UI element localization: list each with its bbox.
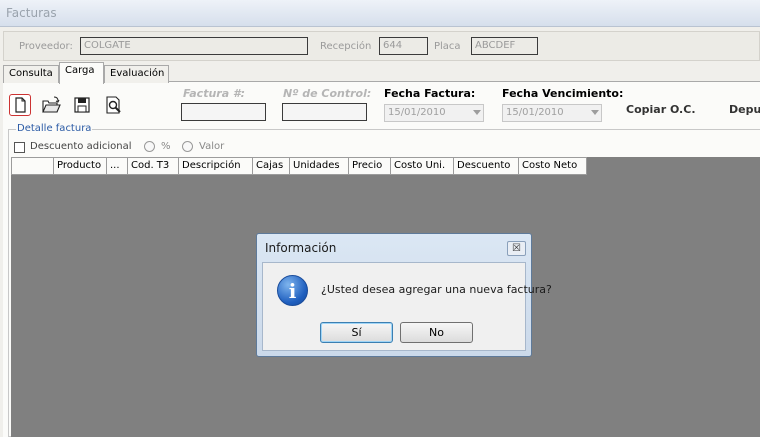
dialog-body: i ¿Usted desea agregar una nueva factura… bbox=[262, 262, 552, 351]
yes-button[interactable]: Sí bbox=[320, 322, 393, 343]
grid-col-costo-uni[interactable]: Costo Uni. bbox=[391, 157, 454, 175]
grid-col-descuento[interactable]: Descuento bbox=[454, 157, 519, 175]
fecha-factura-value: 15/01/2010 bbox=[388, 107, 446, 118]
print-preview-icon[interactable] bbox=[102, 94, 124, 116]
fecha-factura-label: Fecha Factura: bbox=[384, 87, 476, 100]
open-folder-icon[interactable] bbox=[40, 94, 62, 116]
placa-label: Placa bbox=[434, 41, 461, 52]
info-dialog: Información ☒ i ¿Usted desea agregar una… bbox=[256, 233, 552, 357]
proveedor-field[interactable]: COLGATE bbox=[80, 37, 308, 55]
detalle-legend: Detalle factura bbox=[16, 123, 93, 134]
fecha-factura-select[interactable]: 15/01/2010 bbox=[384, 104, 484, 122]
control-label: Nº de Control: bbox=[283, 87, 372, 100]
tab-evaluacion[interactable]: Evaluación bbox=[104, 65, 169, 83]
save-disk-icon[interactable] bbox=[71, 94, 93, 116]
control-input[interactable] bbox=[282, 103, 367, 121]
fecha-vencimiento-select[interactable]: 15/01/2010 bbox=[502, 104, 602, 122]
factura-input[interactable] bbox=[181, 103, 266, 121]
grid-col-unidades[interactable]: Unidades bbox=[290, 157, 349, 175]
grid-col-costo-neto[interactable]: Costo Neto bbox=[519, 157, 587, 175]
grid-col-ellipsis[interactable]: ... bbox=[107, 157, 128, 175]
dialog-message: ¿Usted desea agregar una nueva factura? bbox=[321, 283, 552, 296]
fecha-vencimiento-value: 15/01/2010 bbox=[506, 107, 564, 118]
grid-col-cajas[interactable]: Cajas bbox=[253, 157, 290, 175]
percent-label: % bbox=[161, 141, 171, 152]
depu-button[interactable]: Depu bbox=[729, 103, 760, 116]
close-icon[interactable]: ☒ bbox=[507, 241, 526, 256]
placa-field[interactable]: ABCDEF bbox=[471, 37, 538, 55]
title-bar: Facturas bbox=[0, 0, 760, 27]
grid-col-descripcion[interactable]: Descripción bbox=[179, 157, 253, 175]
window-title: Facturas bbox=[6, 6, 57, 20]
descuento-adicional-checkbox[interactable] bbox=[14, 142, 25, 153]
copiar-oc-button[interactable]: Copiar O.C. bbox=[626, 103, 696, 116]
descuento-adicional-label: Descuento adicional bbox=[30, 141, 132, 152]
recepcion-field[interactable]: 644 bbox=[379, 37, 428, 55]
percent-radio[interactable] bbox=[144, 141, 155, 152]
grid-col-producto[interactable]: Producto bbox=[54, 157, 107, 175]
chevron-down-icon bbox=[473, 110, 481, 115]
proveedor-label: Proveedor: bbox=[19, 41, 73, 52]
tab-consulta[interactable]: Consulta bbox=[3, 65, 59, 83]
grid-col-cod-t3[interactable]: Cod. T3 bbox=[128, 157, 179, 175]
recepcion-label: Recepción bbox=[320, 41, 372, 52]
no-button[interactable]: No bbox=[400, 322, 473, 343]
grid-col-precio[interactable]: Precio bbox=[349, 157, 391, 175]
new-document-icon[interactable] bbox=[9, 94, 31, 116]
info-icon: i bbox=[277, 275, 308, 306]
chevron-down-icon bbox=[591, 110, 599, 115]
tab-carga[interactable]: Carga bbox=[59, 62, 104, 84]
fecha-vencimiento-label: Fecha Vencimiento: bbox=[502, 87, 624, 100]
factura-label: Factura #: bbox=[183, 87, 246, 100]
valor-radio[interactable] bbox=[182, 141, 193, 152]
valor-label: Valor bbox=[199, 141, 225, 152]
dialog-title: Información bbox=[265, 241, 337, 255]
grid-col-selector[interactable] bbox=[11, 157, 54, 175]
grid-header: Producto ... Cod. T3 Descripción Cajas U… bbox=[11, 157, 587, 175]
